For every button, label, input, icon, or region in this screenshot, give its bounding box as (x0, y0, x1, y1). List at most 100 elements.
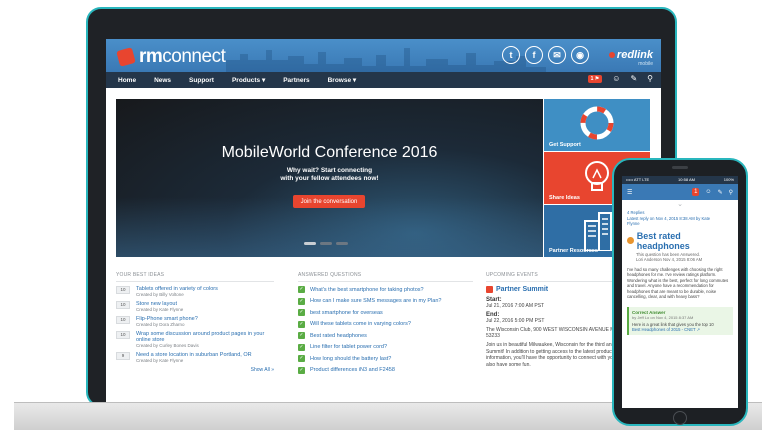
question-link[interactable]: How long should the battery last? (310, 356, 391, 362)
list-item[interactable]: ✓ What's the best smartphone for taking p… (298, 286, 473, 293)
list-item[interactable]: ✓ How long should the battery last? (298, 355, 473, 362)
check-icon: ✓ (298, 366, 305, 374)
notification-badge[interactable]: 1 ⚑ (587, 74, 603, 83)
section-heading: YOUR BEST IDEAS (116, 272, 274, 282)
twitter-icon[interactable]: t (502, 46, 520, 64)
answered-status: This question has been Answered. Lori An… (636, 251, 703, 262)
list-item: 10 Wrap some discussion around product p… (116, 331, 274, 349)
thread-title: Best rated headphones (622, 227, 738, 251)
carousel-dot[interactable] (304, 242, 316, 245)
mobile-header: ☰ 1 ☺ ✎ ⚲ (622, 184, 738, 200)
vote-count[interactable]: 9 (116, 352, 130, 360)
best-ideas-section: YOUR BEST IDEAS 10 Tablets offered in va… (116, 272, 274, 373)
question-icon (627, 237, 634, 244)
list-item[interactable]: ✓ best smartphone for overseas (298, 309, 473, 316)
main-nav: Home News Support Products ▾ Partners Br… (106, 72, 661, 88)
list-item[interactable]: ✓ Line filter for tablet power cord? (298, 343, 473, 351)
lifebuoy-icon (580, 106, 614, 140)
check-icon: ✓ (298, 309, 305, 316)
hero-title: MobileWorld Conference 2016 (221, 144, 438, 161)
check-icon: ✓ (298, 297, 305, 305)
list-item[interactable]: ✓ How can I make sure SMS messages are in… (298, 297, 473, 305)
redlink-logo: redlink (608, 49, 653, 61)
lightbulb-icon (585, 161, 609, 191)
vote-count[interactable]: 10 (116, 331, 130, 339)
phone-frame: ••••• ATT LTE 10:58 AM 100% ☰ 1 ☺ ✎ ⚲ ⌄ 4 … (612, 158, 748, 426)
nav-home[interactable]: Home (118, 77, 136, 84)
question-link[interactable]: best smartphone for overseas (310, 310, 383, 316)
list-item[interactable]: ✓ Product differences iN3 and F2458 (298, 366, 473, 374)
rss-icon[interactable]: ◉ (571, 46, 589, 64)
join-conversation-button[interactable]: Join the conversation (293, 195, 365, 208)
vote-count[interactable]: 10 (116, 301, 130, 309)
tile-label: Get Support (549, 142, 581, 148)
carousel-dot[interactable] (336, 242, 348, 245)
idea-author: Created by Kate Flynne (136, 358, 184, 363)
carousel-dots (304, 242, 348, 245)
idea-author: Created by Curley Bones Davis (136, 343, 199, 348)
skyline-graphic (226, 48, 546, 72)
hero-banner: MobileWorld Conference 2016 Why wait? St… (116, 99, 543, 257)
nav-news[interactable]: News (154, 77, 171, 84)
logo-mark-icon (116, 47, 136, 67)
user-icon[interactable]: ☺ (705, 189, 711, 195)
user-icon[interactable]: ☺ (612, 74, 620, 83)
menu-icon[interactable]: ☰ (627, 189, 632, 196)
check-icon: ✓ (298, 355, 305, 362)
vote-count[interactable]: 10 (116, 316, 130, 324)
hero-subtitle: Why wait? Start connecting with your fel… (280, 167, 379, 182)
list-item: 9 Need a store location in suburban Port… (116, 352, 274, 364)
phone-speaker (672, 166, 688, 169)
social-links: t f ✉ ◉ (502, 46, 589, 64)
idea-author: Created by Kate Flynne (136, 307, 184, 312)
search-icon[interactable]: ⚲ (729, 189, 733, 196)
question-link[interactable]: How can I make sure SMS messages are in … (310, 298, 441, 304)
question-link[interactable]: What's the best smartphone for taking ph… (310, 287, 424, 293)
answer-author: by Jeff Lo on Nov 4, 2015 8:37 AM (632, 314, 694, 320)
question-link[interactable]: Product differences iN3 and F2458 (310, 367, 395, 373)
check-icon: ✓ (298, 320, 305, 328)
question-link[interactable]: Best rated headphones (310, 333, 367, 339)
home-button[interactable] (673, 411, 687, 425)
calendar-icon (486, 286, 493, 293)
check-icon: ✓ (298, 343, 305, 351)
site-header: rmconnect t f ✉ ◉ redlink mobile (106, 39, 661, 72)
idea-author: Created by Dora Zharno (136, 322, 185, 327)
rmconnect-logo[interactable]: rmconnect (116, 46, 226, 68)
list-item: 10 Store new layout Created by Kate Flynn… (116, 301, 274, 313)
pencil-icon[interactable]: ✎ (718, 189, 723, 196)
nav-products[interactable]: Products ▾ (232, 76, 265, 84)
answered-questions-section: ANSWERED QUESTIONS ✓ What's the best smar… (298, 272, 473, 378)
section-heading: ANSWERED QUESTIONS (298, 272, 473, 282)
facebook-icon[interactable]: f (525, 46, 543, 64)
nav-browse[interactable]: Browse ▾ (328, 76, 357, 84)
list-item[interactable]: ✓ Will these tablets come in varying colo… (298, 320, 473, 328)
status-bar: ••••• ATT LTE 10:58 AM 100% (622, 176, 738, 184)
search-icon[interactable]: ⚲ (647, 74, 653, 83)
laptop-screen: rmconnect t f ✉ ◉ redlink mobile Home Ne… (106, 39, 661, 409)
email-icon[interactable]: ✉ (548, 46, 566, 64)
show-all-link[interactable]: Show All » (251, 367, 274, 373)
idea-link[interactable]: Wrap some discussion around product page… (136, 331, 274, 343)
tile-label: Share Ideas (549, 195, 580, 201)
nav-partners[interactable]: Partners (283, 77, 309, 84)
laptop-frame: rmconnect t f ✉ ◉ redlink mobile Home Ne… (86, 7, 677, 409)
idea-author: Created by Billy Voltone (136, 292, 184, 297)
pencil-icon[interactable]: ✎ (630, 74, 637, 83)
list-item: 10 Tablets offered in variety of colors C… (116, 286, 274, 298)
thread-body: I've had so many challenges with choosin… (627, 266, 729, 300)
buildings-icon (584, 212, 612, 251)
list-item: 10 Flip-Phone smart phone? Created by Dor… (116, 316, 274, 328)
question-link[interactable]: Will these tablets come in varying color… (310, 321, 411, 327)
carousel-dot[interactable] (320, 242, 332, 245)
question-link[interactable]: Line filter for tablet power cord? (310, 344, 387, 350)
get-support-tile[interactable]: Get Support (544, 99, 650, 151)
answer-link[interactable]: Best Headphones of 2015 - CNET ↗ (632, 327, 730, 332)
redlink-tagline: mobile (638, 61, 653, 67)
notification-badge[interactable]: 1 (692, 188, 700, 196)
redlink-mark-icon (608, 52, 615, 58)
list-item[interactable]: ✓ Best rated headphones (298, 332, 473, 339)
chevron-down-icon[interactable]: ⌄ (622, 200, 738, 210)
nav-support[interactable]: Support (189, 77, 214, 84)
vote-count[interactable]: 10 (116, 286, 130, 294)
